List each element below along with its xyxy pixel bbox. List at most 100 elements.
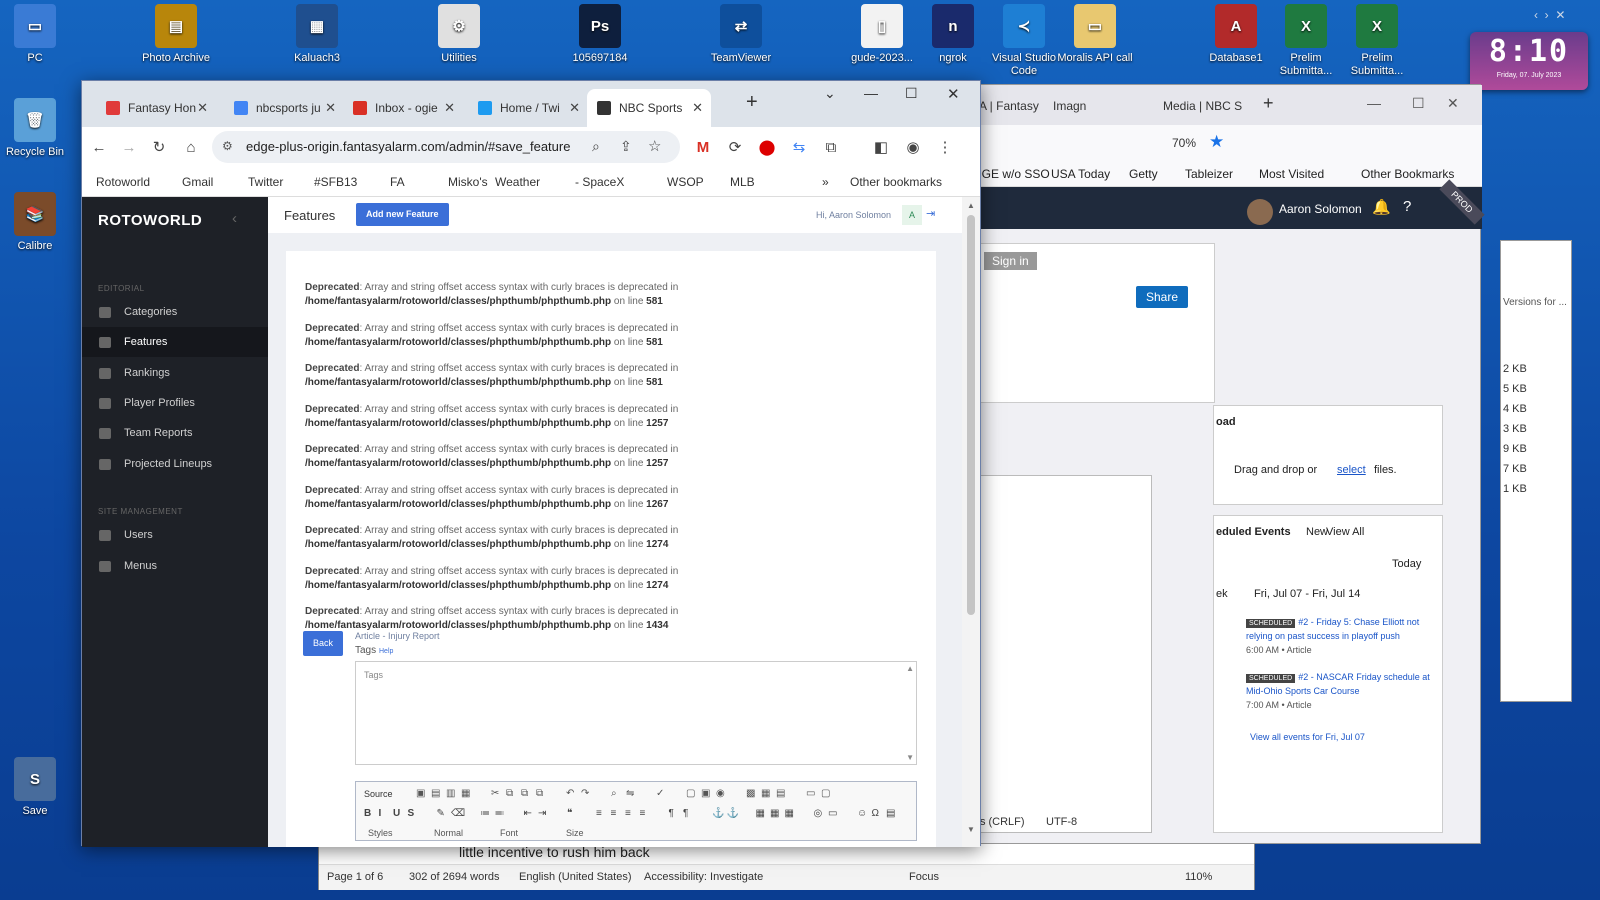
desktop-icon[interactable]: ⇄ TeamViewer <box>699 4 783 65</box>
editor-tool-icon[interactable]: ▣ <box>416 788 425 799</box>
editor-tool-icon[interactable]: ☺ <box>857 808 867 819</box>
tab-close-icon[interactable]: ✕ <box>692 100 703 116</box>
tab-close-icon[interactable]: ✕ <box>197 100 208 116</box>
add-feature-button[interactable]: Add new Feature <box>356 203 449 226</box>
editor-tool-icon[interactable]: ▭ <box>806 788 815 799</box>
scroll-up-icon[interactable]: ▲ <box>967 201 975 210</box>
editor-tool-icon[interactable]: ⧉ <box>506 788 513 799</box>
editor-tool-icon[interactable]: ⧉ <box>521 788 528 799</box>
signin-button[interactable]: Sign in <box>984 252 1037 270</box>
view-all-events-link[interactable]: View all events for Fri, Jul 07 <box>1250 732 1365 742</box>
editor-tool-icon[interactable]: ↷ <box>581 788 589 799</box>
firefox-bookmark[interactable]: Getty <box>1129 167 1158 181</box>
bookmark-item[interactable]: Gmail <box>182 175 213 189</box>
bookmark-item[interactable]: WSOP <box>667 175 704 189</box>
new-tab-icon[interactable]: + <box>746 91 758 114</box>
editor-tool-icon[interactable]: ⌫ <box>451 808 465 819</box>
maximize-icon[interactable]: ☐ <box>1412 95 1425 112</box>
firefox-tab[interactable]: Imagn <box>1053 99 1086 113</box>
editor-tool-icon[interactable]: ≡ <box>640 808 646 819</box>
desktop-icon[interactable]: ▤ Photo Archive <box>134 4 218 65</box>
editor-style-select[interactable]: Styles <box>368 828 393 838</box>
back-arrow-icon[interactable]: ← <box>86 134 112 160</box>
zoom-level[interactable]: 70% <box>1172 136 1196 150</box>
logout-icon[interactable]: ⇥ <box>926 207 935 220</box>
zoom-icon[interactable]: ⌕ <box>592 138 600 155</box>
editor-tool-icon[interactable]: B <box>364 808 371 819</box>
week-select[interactable]: ek <box>1216 588 1228 600</box>
sidebar-item[interactable]: Player Profiles <box>82 388 268 418</box>
extensions-icon[interactable]: ⧉ <box>818 134 844 160</box>
close-icon[interactable]: ✕ <box>947 85 960 103</box>
editor-tool-icon[interactable]: ⚓ <box>727 808 739 819</box>
desktop-icon[interactable]: 📚 Calibre <box>0 192 77 253</box>
word-focus[interactable]: Focus <box>909 871 939 883</box>
address-bar[interactable]: ⚙ edge-plus-origin.fantasyalarm.com/admi… <box>212 131 680 163</box>
editor-tool-icon[interactable]: U <box>393 808 400 819</box>
browser-tab[interactable]: NBC Sports ✕ <box>587 89 711 127</box>
editor-tool-icon[interactable]: ▩ <box>746 788 755 799</box>
editor-tool-icon[interactable]: ¶ <box>683 808 688 819</box>
today-button[interactable]: Today <box>1392 558 1421 570</box>
desktop-icon[interactable]: S Save <box>0 757 77 818</box>
editor-style-select[interactable]: Normal <box>434 828 463 838</box>
editor-tool-icon[interactable]: ▤ <box>776 788 785 799</box>
firefox-bookmark[interactable]: USA Today <box>1051 167 1110 181</box>
desktop-icon[interactable]: ▭ Moralis API call <box>1053 4 1137 65</box>
desktop-icon[interactable]: Ps 105697184 <box>558 4 642 65</box>
desktop-icon[interactable]: ▭ PC <box>0 4 77 65</box>
word-accessibility[interactable]: Accessibility: Investigate <box>644 871 763 883</box>
editor-tool-icon[interactable]: ▦ <box>785 808 794 819</box>
minimize-icon[interactable]: — <box>864 85 878 101</box>
forward-arrow-icon[interactable]: → <box>116 134 142 160</box>
editor-style-select[interactable]: Font <box>500 828 518 838</box>
editor-tool-icon[interactable]: ▢ <box>821 788 830 799</box>
scroll-down-icon[interactable]: ▼ <box>967 825 975 834</box>
word-word-count[interactable]: 302 of 2694 words <box>409 871 500 883</box>
side-panel-icon[interactable]: ◧ <box>868 134 894 160</box>
home-icon[interactable]: ⌂ <box>178 134 204 160</box>
sidebar-item[interactable]: Categories <box>82 297 268 327</box>
editor-tool-icon[interactable]: ▦ <box>756 808 765 819</box>
desktop-icon[interactable]: ▦ Kaluach3 <box>275 4 359 65</box>
bookmark-item[interactable]: Weather <box>495 175 540 189</box>
bookmark-item[interactable]: Other bookmarks <box>850 175 942 189</box>
share-button[interactable]: Share <box>1136 286 1189 308</box>
editor-tool-icon[interactable]: ✂ <box>491 788 499 799</box>
sidebar-item[interactable]: Menus <box>82 551 268 581</box>
editor-tool-icon[interactable]: S <box>408 808 415 819</box>
editor-tool-icon[interactable]: ▤ <box>431 788 440 799</box>
site-info-icon[interactable]: ⚙ <box>222 139 233 153</box>
browser-tab[interactable]: nbcsports ju ✕ <box>224 89 344 127</box>
tags-input[interactable]: Tags ▲ ▼ <box>355 661 917 765</box>
tab-close-icon[interactable]: ✕ <box>325 100 336 116</box>
tab-close-icon[interactable]: ✕ <box>444 100 455 116</box>
events-view-all[interactable]: View All <box>1326 526 1364 538</box>
word-language[interactable]: English (United States) <box>519 871 632 883</box>
editor-tool-icon[interactable]: ✓ <box>656 788 664 799</box>
sync-ext-icon[interactable]: ⟳ <box>722 134 748 160</box>
rotoworld-logo[interactable]: ROTOWORLD <box>98 212 202 229</box>
editor-tool-icon[interactable]: ¶ <box>669 808 674 819</box>
close-icon[interactable]: ✕ <box>1447 95 1459 112</box>
browser-tab[interactable]: Home / Twi ✕ <box>468 89 588 127</box>
firefox-bookmark[interactable]: Most Visited <box>1259 167 1324 181</box>
event-item[interactable]: SCHEDULED #2 - Friday 5: Chase Elliott no… <box>1246 616 1436 656</box>
firefox-tab[interactable]: Media | NBC S <box>1163 99 1242 113</box>
bookmark-item[interactable]: » <box>822 175 829 189</box>
editor-tool-icon[interactable]: ↶ <box>566 788 574 799</box>
sidebar-item[interactable]: Users <box>82 520 268 550</box>
desktop-icon[interactable]: ⚙ Utilities <box>417 4 501 65</box>
bookmark-item[interactable]: Twitter <box>248 175 283 189</box>
upload-select-link[interactable]: select <box>1337 464 1366 476</box>
editor-tool-icon[interactable]: ❝ <box>567 808 572 819</box>
word-zoom[interactable]: 110% <box>1185 871 1212 883</box>
user-avatar[interactable]: A <box>902 205 922 225</box>
bookmark-item[interactable]: MLB <box>730 175 755 189</box>
firefox-bookmark[interactable]: Other Bookmarks <box>1361 167 1454 181</box>
browser-tab[interactable]: Inbox - ogie ✕ <box>343 89 463 127</box>
editor-tool-icon[interactable]: ≡ <box>611 808 617 819</box>
bookmark-item[interactable]: Rotoworld <box>96 175 150 189</box>
new-tab-icon[interactable]: + <box>1263 93 1274 114</box>
user-name[interactable]: Aaron Solomon <box>1279 202 1362 216</box>
